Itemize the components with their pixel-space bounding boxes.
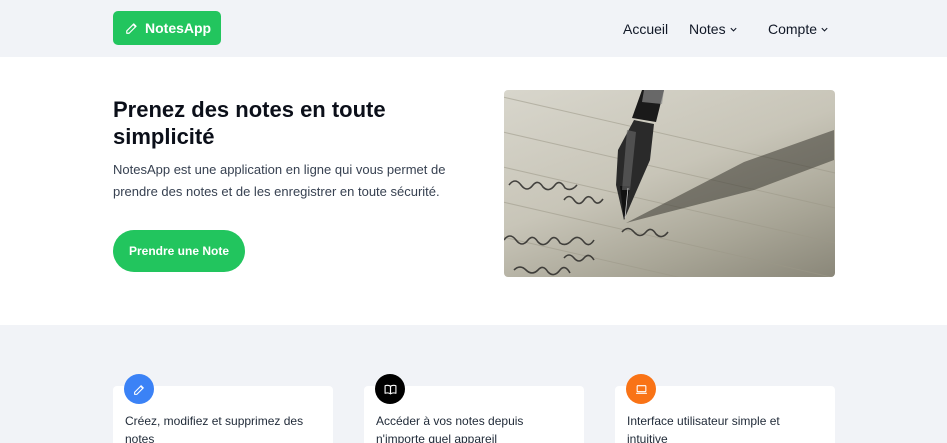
nav-account-label: Compte <box>768 21 818 37</box>
hero-image <box>504 90 835 277</box>
chevron-down-icon <box>729 27 737 32</box>
feature-text: Interface utilisateur simple et intuitiv… <box>627 414 780 443</box>
nav-home-link[interactable]: Accueil <box>623 21 668 37</box>
pencil-icon <box>126 23 137 34</box>
feature-icon-bubble <box>375 374 405 404</box>
feature-card: Créez, modifiez et supprimez des notes <box>113 374 333 443</box>
brand-name: NotesApp <box>145 20 212 36</box>
top-navbar: NotesApp Accueil Notes Compte <box>0 0 947 57</box>
book-icon <box>384 384 396 394</box>
chevron-down-icon <box>821 27 828 32</box>
nav-home-label: Accueil <box>623 21 669 37</box>
nav-notes-dropdown[interactable]: Notes <box>689 21 738 37</box>
feature-text: Accéder à vos notes depuis n'importe que… <box>376 414 524 443</box>
hero-title: Prenez des notes en toute simplicité <box>113 97 386 149</box>
feature-icon-bubble <box>626 374 656 404</box>
hero-section: Prenez des notes en toute simplicité Not… <box>0 57 947 325</box>
feature-text: Créez, modifiez et supprimez des notes <box>125 414 304 443</box>
handwriting-strokes <box>504 180 669 276</box>
take-note-button[interactable]: Prendre une Note <box>113 230 245 272</box>
nav-account-dropdown[interactable]: Compte <box>768 21 829 37</box>
features-section: Créez, modifiez et supprimez des notes A… <box>0 325 947 443</box>
laptop-icon <box>635 384 647 394</box>
nav-notes-label: Notes <box>689 21 726 37</box>
hero-description: NotesApp est une application en ligne qu… <box>113 162 446 199</box>
feature-card: Accéder à vos notes depuis n'importe que… <box>364 374 584 443</box>
brand-logo[interactable]: NotesApp <box>113 11 221 45</box>
pencil-icon <box>133 384 144 395</box>
feature-card: Interface utilisateur simple et intuitiv… <box>615 374 835 443</box>
feature-icon-bubble <box>124 374 154 404</box>
fountain-pen <box>616 90 664 220</box>
pen-shadow <box>626 130 834 223</box>
